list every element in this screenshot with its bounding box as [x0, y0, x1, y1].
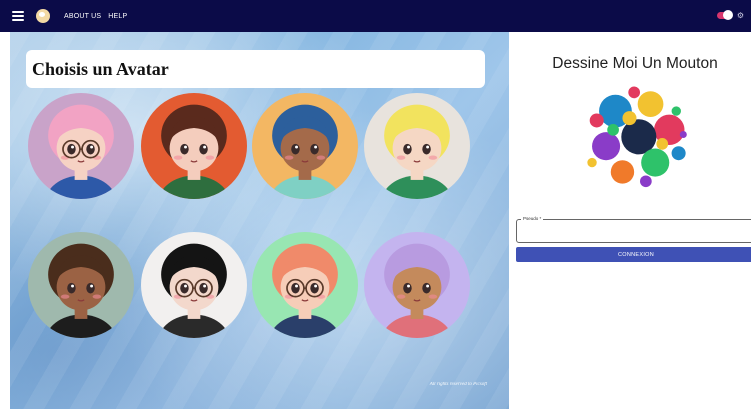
avatar-option-1[interactable]	[28, 93, 134, 199]
pseudo-field[interactable]: Pseudo *	[516, 216, 751, 243]
login-panel: Dessine Moi Un Mouton Pseudo * CONNEXION	[509, 32, 751, 409]
avatar-option-4[interactable]	[364, 93, 470, 199]
connexion-button[interactable]: CONNEXION	[516, 247, 751, 262]
hamburger-menu-icon[interactable]	[12, 11, 24, 21]
avatar-option-6[interactable]	[141, 232, 247, 338]
avatar-option-8[interactable]	[364, 232, 470, 338]
paint-splash-logo	[578, 76, 695, 193]
avatar-option-2[interactable]	[141, 93, 247, 199]
pseudo-input[interactable]	[517, 220, 751, 242]
copyright-notice: All rights reserved to Picsoft	[429, 382, 487, 387]
avatar-option-7[interactable]	[252, 232, 358, 338]
nav-about-us[interactable]: ABOUT US	[64, 13, 101, 20]
avatar-selection-panel: Choisis un Avatar All rights reserved to…	[10, 32, 509, 409]
sheep-logo-icon[interactable]	[36, 9, 50, 23]
nav-help[interactable]: HELP	[108, 13, 127, 20]
gear-icon[interactable]: ⚙	[737, 12, 744, 20]
theme-toggle[interactable]	[717, 10, 733, 20]
app-title: Dessine Moi Un Mouton	[552, 55, 718, 72]
pseudo-label: Pseudo *	[521, 216, 544, 221]
avatar-option-5[interactable]	[28, 232, 134, 338]
page-title: Choisis un Avatar	[32, 58, 169, 79]
top-app-bar: ABOUT US HELP ⚙	[0, 0, 751, 32]
avatar-option-3[interactable]	[252, 93, 358, 199]
avatar-heading-card: Choisis un Avatar	[26, 50, 485, 88]
